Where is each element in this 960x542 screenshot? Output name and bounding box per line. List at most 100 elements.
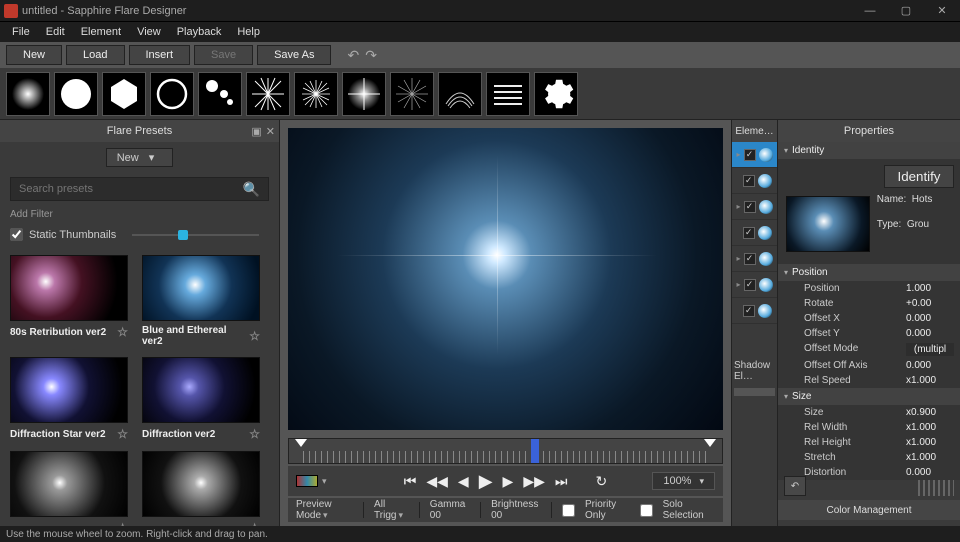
timeline-in-marker[interactable] xyxy=(295,439,307,447)
elem-ring[interactable] xyxy=(150,72,194,116)
elem-sparkle[interactable] xyxy=(294,72,338,116)
properties-undo-icon[interactable]: ↶ xyxy=(784,476,806,496)
load-button[interactable]: Load xyxy=(66,45,124,65)
star-icon[interactable]: ☆ xyxy=(249,329,260,343)
property-row[interactable]: Rotate+0.00 xyxy=(778,296,960,311)
static-thumbnails-checkbox[interactable] xyxy=(10,228,23,241)
name-value[interactable]: Hots xyxy=(912,194,933,205)
element-row[interactable]: ▸✓ xyxy=(732,272,777,298)
property-value[interactable]: x1.000 xyxy=(906,437,954,448)
preset-item[interactable]: Blue and Ethereal ver2☆ xyxy=(142,255,260,347)
identify-button[interactable]: Identify xyxy=(884,165,954,188)
detach-icon[interactable]: ▣ xyxy=(251,125,261,138)
element-row[interactable]: ✓ xyxy=(732,168,777,194)
preset-item[interactable]: Diffraction Star ver2☆ xyxy=(10,357,128,441)
panel-resize-grip[interactable] xyxy=(918,480,954,496)
chevron-down-icon[interactable]: ▾ xyxy=(322,476,327,487)
property-value[interactable]: 1.000 xyxy=(906,283,954,294)
position-section-header[interactable]: ▾Position xyxy=(778,264,960,281)
property-value[interactable]: x1.000 xyxy=(906,422,954,433)
identity-section-header[interactable]: ▾Identity xyxy=(778,142,960,159)
size-section-header[interactable]: ▾Size xyxy=(778,388,960,405)
expand-icon[interactable]: ▸ xyxy=(736,150,740,159)
element-checkbox[interactable]: ✓ xyxy=(744,279,756,291)
preset-item[interactable]: Diffraction ver2☆ xyxy=(142,357,260,441)
add-filter-label[interactable]: Add Filter xyxy=(0,205,279,224)
maximize-button[interactable]: ▢ xyxy=(888,0,924,22)
element-row[interactable]: ✓ xyxy=(732,220,777,246)
next-frame-icon[interactable]: ▶ xyxy=(503,473,514,490)
gamma-field[interactable]: Gamma 00 xyxy=(430,499,471,521)
elem-radial-hard[interactable] xyxy=(54,72,98,116)
go-start-icon[interactable]: ⏮ xyxy=(404,473,417,490)
property-value[interactable]: 0.000 xyxy=(906,467,954,478)
menu-view[interactable]: View xyxy=(129,24,169,40)
go-end-icon[interactable]: ⏭ xyxy=(555,473,568,490)
expand-icon[interactable]: ▸ xyxy=(736,202,740,211)
star-icon[interactable]: ☆ xyxy=(117,521,128,526)
timeline[interactable] xyxy=(288,438,723,464)
save-button[interactable]: Save xyxy=(194,45,253,65)
color-management-bar[interactable]: Color Management xyxy=(778,500,960,520)
zoom-dropdown[interactable]: 100%▾ xyxy=(652,472,715,490)
search-presets[interactable]: 🔍 xyxy=(10,177,269,201)
undo-icon[interactable]: ↶ xyxy=(347,47,359,64)
elem-polygon[interactable] xyxy=(102,72,146,116)
timeline-out-marker[interactable] xyxy=(704,439,716,447)
property-row[interactable]: Offset Mode(multipl xyxy=(778,341,960,358)
menu-playback[interactable]: Playback xyxy=(169,24,230,40)
brightness-field[interactable]: Brightness 00 xyxy=(491,499,541,521)
insert-button[interactable]: Insert xyxy=(129,45,191,65)
expand-icon[interactable]: ▸ xyxy=(736,254,740,263)
menu-help[interactable]: Help xyxy=(229,24,268,40)
loop-icon[interactable]: ↻ xyxy=(595,473,607,490)
star-icon[interactable]: ☆ xyxy=(249,521,260,526)
menu-file[interactable]: File xyxy=(4,24,38,40)
menu-edit[interactable]: Edit xyxy=(38,24,73,40)
element-row[interactable]: ✓ xyxy=(732,298,777,324)
preset-item[interactable]: ☆ xyxy=(142,451,260,526)
property-row[interactable]: Position1.000 xyxy=(778,281,960,296)
elem-settings-gear[interactable] xyxy=(534,72,578,116)
star-icon[interactable]: ☆ xyxy=(117,427,128,441)
menu-element[interactable]: Element xyxy=(73,24,129,40)
expand-icon[interactable]: ▸ xyxy=(736,280,740,289)
element-checkbox[interactable]: ✓ xyxy=(743,227,755,239)
element-row[interactable]: ▸✓ xyxy=(732,246,777,272)
minimize-button[interactable]: — xyxy=(852,0,888,22)
preview-mode-dropdown[interactable]: Preview Mode▾ xyxy=(296,499,353,521)
range-selector[interactable] xyxy=(296,475,318,487)
property-value[interactable]: x1.000 xyxy=(906,375,954,386)
step-fwd-icon[interactable]: ▶▶ xyxy=(523,473,545,490)
element-row[interactable]: ▸✓ xyxy=(732,194,777,220)
element-row[interactable]: ▸✓ xyxy=(732,142,777,168)
property-value[interactable]: 0.000 xyxy=(906,313,954,324)
play-icon[interactable]: ▶ xyxy=(479,471,493,492)
elem-streak-horiz[interactable] xyxy=(486,72,530,116)
property-row[interactable]: Offset Off Axis0.000 xyxy=(778,358,960,373)
close-button[interactable]: ✕ xyxy=(924,0,960,22)
timeline-playhead[interactable] xyxy=(531,439,539,463)
elements-scrollbar[interactable] xyxy=(734,388,775,396)
property-row[interactable]: Rel Widthx1.000 xyxy=(778,420,960,435)
elem-rays[interactable] xyxy=(390,72,434,116)
element-checkbox[interactable]: ✓ xyxy=(744,201,756,213)
trigger-dropdown[interactable]: All Trigg▾ xyxy=(374,499,409,521)
star-icon[interactable]: ☆ xyxy=(249,427,260,441)
property-row[interactable]: Rel Heightx1.000 xyxy=(778,435,960,450)
property-row[interactable]: Sizex0.900 xyxy=(778,405,960,420)
priority-only-checkbox[interactable] xyxy=(562,504,575,517)
element-checkbox[interactable]: ✓ xyxy=(743,175,755,187)
elem-fan-spread[interactable] xyxy=(438,72,482,116)
element-checkbox[interactable]: ✓ xyxy=(744,253,756,265)
preset-item[interactable]: ☆ xyxy=(10,451,128,526)
property-row[interactable]: Offset X0.000 xyxy=(778,311,960,326)
property-value[interactable]: 0.000 xyxy=(906,360,954,371)
property-value[interactable]: x1.000 xyxy=(906,452,954,463)
elem-starburst[interactable] xyxy=(246,72,290,116)
property-value[interactable]: (multipl xyxy=(906,343,954,356)
element-checkbox[interactable]: ✓ xyxy=(744,149,756,161)
save-as-button[interactable]: Save As xyxy=(257,45,331,65)
element-checkbox[interactable]: ✓ xyxy=(743,305,755,317)
search-input[interactable] xyxy=(19,183,243,195)
